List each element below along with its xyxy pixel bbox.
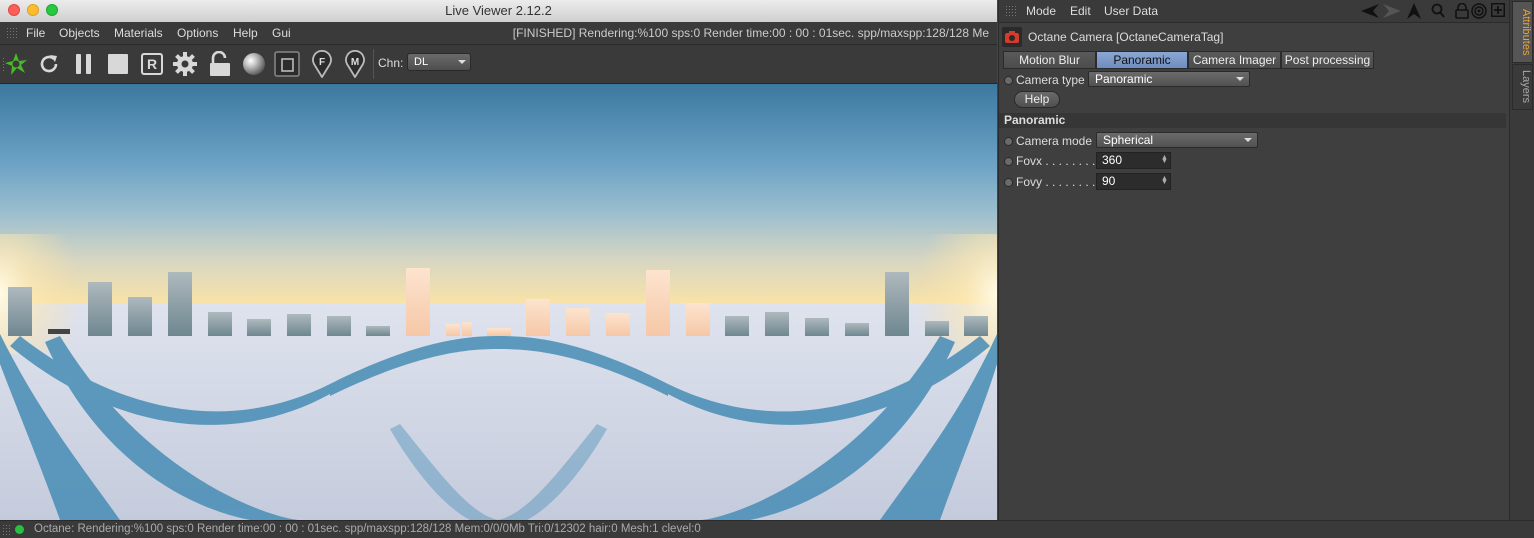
lock-icon[interactable] [1455,3,1469,19]
menu-gui[interactable]: Gui [272,26,291,40]
title-bar[interactable]: Live Viewer 2.12.2 [0,0,997,23]
region-letter: R [147,56,157,72]
panoramic-render-image [0,84,997,520]
status-dot-icon [15,525,24,534]
refresh-icon[interactable] [35,50,63,78]
status-bar: Octane: Rendering:%100 sps:0 Render time… [0,520,1534,538]
new-panel-icon[interactable] [1491,3,1505,17]
menu-materials[interactable]: Materials [114,26,163,40]
settings-gear-icon[interactable] [171,50,199,78]
menu-edit[interactable]: Edit [1070,4,1091,18]
camera-mode-value: Spherical [1103,133,1154,147]
channel-value: DL [414,56,429,68]
chevron-down-icon [458,60,466,64]
clay-mode-icon[interactable] [273,50,301,78]
material-letter: M [351,57,359,68]
search-icon[interactable] [1431,3,1445,19]
grip-icon[interactable] [2,524,11,535]
back-arrow-icon[interactable] [1361,4,1379,18]
render-viewport[interactable] [0,84,997,520]
material-pick-icon[interactable]: M [341,50,369,78]
camera-type-label: Camera type [1016,73,1085,87]
fovx-input[interactable]: 360 ▲ ▼ [1096,152,1171,169]
up-arrow-icon[interactable] [1407,3,1421,19]
focus-pick-icon[interactable]: F [308,50,336,78]
section-title: Panoramic [999,113,1506,128]
lock-icon[interactable] [206,50,234,78]
spinner-arrows-icon[interactable]: ▲ ▼ [1161,154,1168,165]
object-title: Octane Camera [OctaneCameraTag] [1028,30,1224,44]
status-text: Octane: Rendering:%100 sps:0 Render time… [34,523,701,535]
chevron-down-icon [1236,77,1244,81]
fovx-label: Fovx . . . . . . . . [1016,154,1096,168]
fovx-value: 360 [1102,153,1123,167]
object-header: Octane Camera [OctaneCameraTag] [999,26,1509,48]
channel-select[interactable]: DL [407,53,471,71]
camera-mode-label: Camera mode [1016,134,1093,148]
fovy-value: 90 [1102,174,1116,188]
menu-options[interactable]: Options [177,26,218,40]
menu-help[interactable]: Help [233,26,258,40]
live-viewer-window: Live Viewer 2.12.2 File Objects Material… [0,0,997,520]
menu-user-data[interactable]: User Data [1104,4,1158,18]
toolbar: R F M Chn: DL [0,45,997,84]
camera-icon [1002,27,1022,47]
attributes-panel: Mode Edit User Data Octane Camera [Octan… [998,0,1509,520]
target-icon[interactable] [1471,3,1487,19]
grip-icon[interactable] [6,27,18,39]
material-sphere-icon[interactable] [240,50,268,78]
camera-type-value: Panoramic [1095,72,1153,86]
window-title: Live Viewer 2.12.2 [445,3,552,18]
render-status-text: [FINISHED] Rendering:%100 sps:0 Render t… [512,26,989,40]
region-render-icon[interactable]: R [138,50,166,78]
menu-bar: File Objects Materials Options Help Gui … [0,22,997,45]
menu-file[interactable]: File [26,26,45,40]
camera-type-dropdown[interactable]: Panoramic [1088,71,1250,87]
tab-panoramic[interactable]: Panoramic [1096,51,1188,69]
channel-label: Chn: [378,56,404,70]
animation-dot-icon[interactable] [1004,178,1013,187]
focus-letter: F [319,57,325,68]
tab-motion-blur[interactable]: Motion Blur [1003,51,1096,69]
octane-logo-icon[interactable] [2,50,30,78]
minimize-window-button[interactable] [27,4,39,16]
animation-dot-icon[interactable] [1004,157,1013,166]
side-tabs: Attributes Layers [1509,0,1534,520]
attributes-menu-bar: Mode Edit User Data [999,0,1509,23]
pause-icon[interactable] [70,50,98,78]
fovy-label: Fovy . . . . . . . . [1016,175,1096,189]
forward-arrow-icon[interactable] [1383,4,1401,18]
tab-camera-imager[interactable]: Camera Imager [1188,51,1281,69]
help-button[interactable]: Help [1014,91,1060,108]
menu-objects[interactable]: Objects [59,26,100,40]
tab-layers[interactable]: Layers [1512,64,1533,110]
grip-icon[interactable] [1005,5,1017,17]
camera-mode-dropdown[interactable]: Spherical [1096,132,1258,148]
spinner-arrows-icon[interactable]: ▲ ▼ [1161,175,1168,186]
zoom-window-button[interactable] [46,4,58,16]
tab-post-processing[interactable]: Post processing [1281,51,1374,69]
stop-icon[interactable] [104,50,132,78]
chevron-down-icon [1244,138,1252,142]
tab-attributes[interactable]: Attributes [1512,1,1533,63]
close-window-button[interactable] [8,4,20,16]
animation-dot-icon[interactable] [1004,76,1013,85]
fovy-input[interactable]: 90 ▲ ▼ [1096,173,1171,190]
menu-mode[interactable]: Mode [1026,4,1056,18]
animation-dot-icon[interactable] [1004,137,1013,146]
toolbar-divider [373,49,374,79]
